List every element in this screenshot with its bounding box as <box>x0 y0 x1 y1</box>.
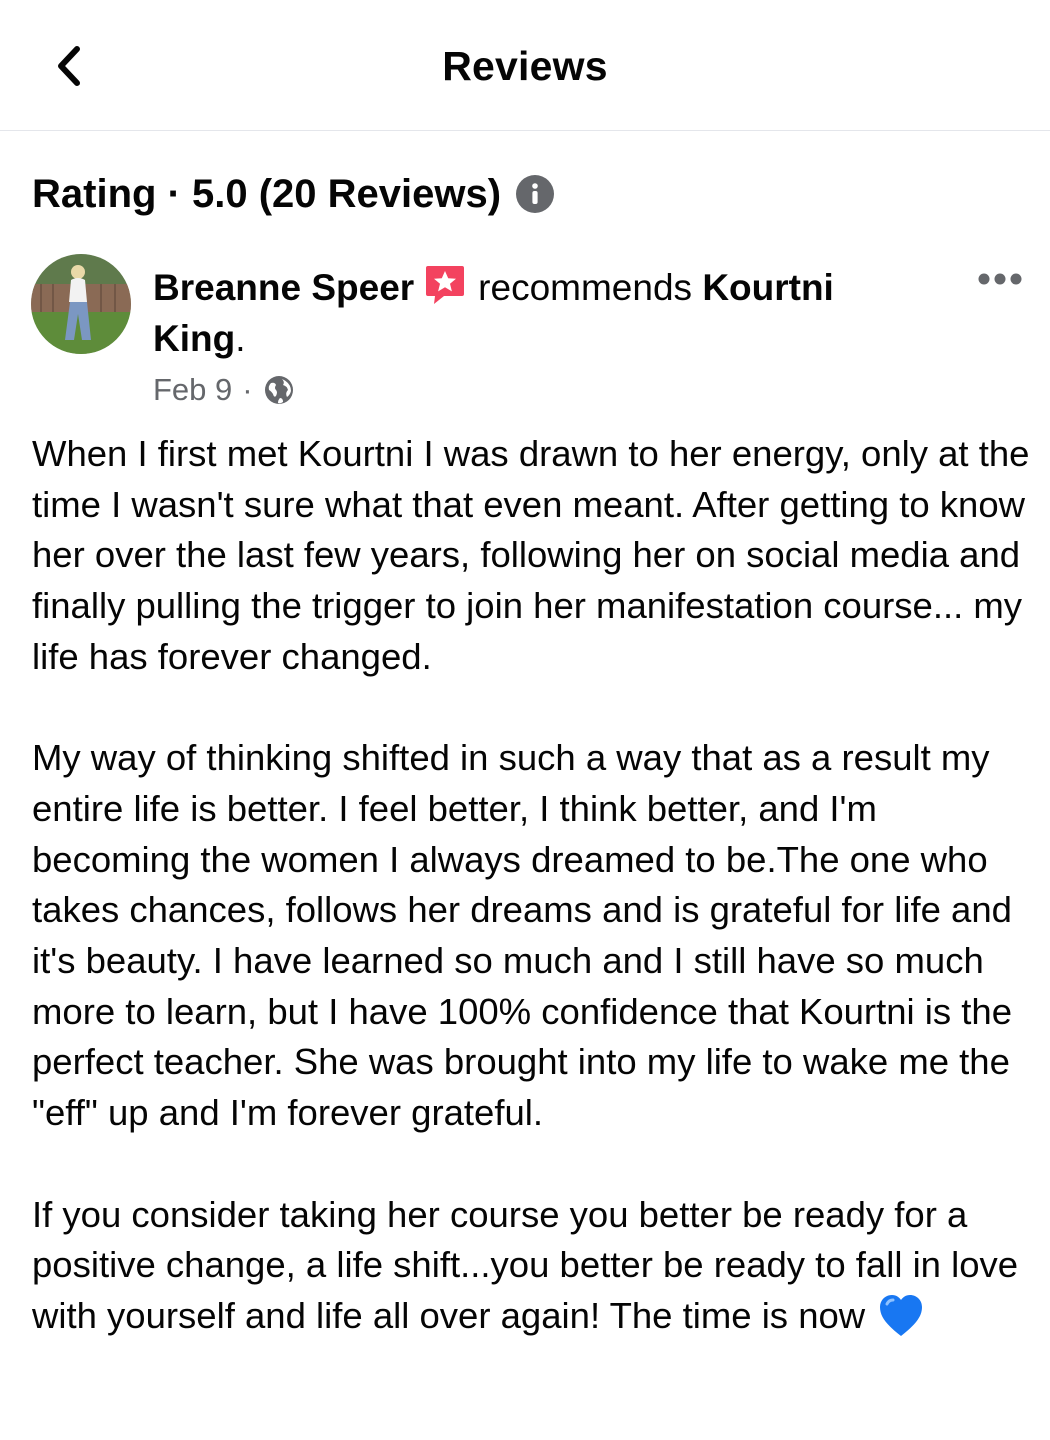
review-date[interactable]: Feb 9 <box>153 372 232 408</box>
more-options-button[interactable] <box>972 262 1028 296</box>
header-period: . <box>235 318 246 359</box>
recommend-star-icon <box>422 262 466 306</box>
recommends-verb: recommends <box>478 267 693 308</box>
review-body: When I first met Kourtni I was drawn to … <box>32 429 1032 1342</box>
review-paragraph: If you consider taking her course you be… <box>32 1193 1019 1336</box>
review-paragraph: When I first met Kourtni I was drawn to … <box>32 433 1030 677</box>
globe-icon <box>263 374 295 406</box>
rating-summary: Rating · 5.0 (20 Reviews) <box>32 166 555 222</box>
review-header: Breanne Speer recommends Kourtni King. <box>153 262 913 364</box>
review-meta: Feb 9 · <box>153 368 295 412</box>
info-icon[interactable] <box>515 174 555 214</box>
review-paragraph-last: If you consider taking her course you be… <box>32 1190 1032 1342</box>
meta-separator: · <box>242 372 253 407</box>
rating-text: Rating · 5.0 (20 Reviews) <box>32 172 502 216</box>
blue-heart-icon <box>877 1292 925 1340</box>
top-bar: Reviews <box>0 0 1050 131</box>
author-avatar[interactable] <box>31 254 131 354</box>
review-paragraph: My way of thinking shifted in such a way… <box>32 737 1013 1134</box>
author-name[interactable]: Breanne Speer <box>153 267 414 308</box>
more-horizontal-icon <box>978 273 1022 285</box>
page-title: Reviews <box>442 43 608 89</box>
